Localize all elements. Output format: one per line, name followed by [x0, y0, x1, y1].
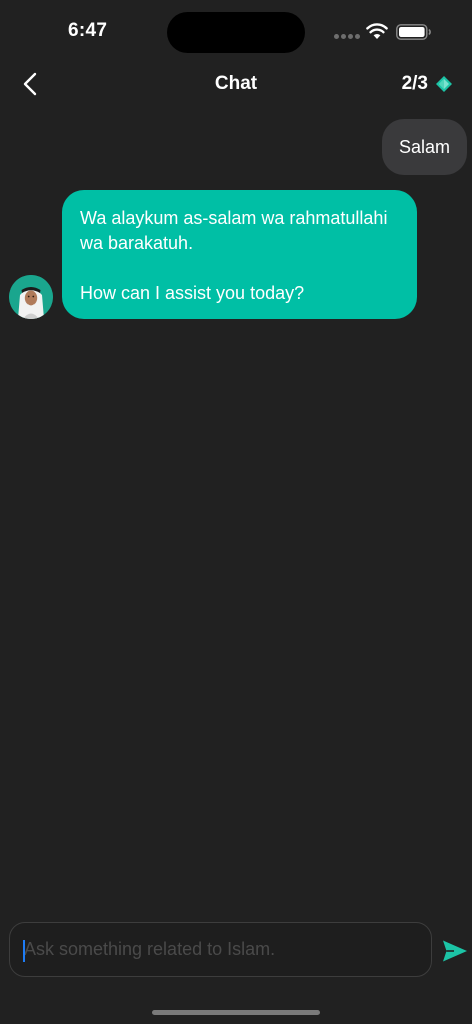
assistant-message-paragraph: Wa alaykum as-salam wa rahmatullahi wa b…	[80, 208, 388, 253]
cellular-signal-icon	[334, 34, 360, 39]
credits-count: 2/3	[401, 73, 428, 94]
credits-counter[interactable]: 2/3	[402, 73, 452, 95]
dynamic-island	[167, 12, 305, 53]
status-time: 6:47	[68, 20, 108, 41]
wifi-icon	[366, 23, 388, 39]
home-indicator[interactable]	[152, 1010, 320, 1015]
gem-icon	[436, 76, 452, 92]
assistant-message-paragraph: How can I assist you today?	[80, 283, 305, 303]
status-bar: 6:47	[0, 0, 472, 64]
text-caret	[23, 940, 25, 962]
message-input[interactable]	[24, 923, 419, 976]
sheikh-avatar-icon	[9, 275, 53, 319]
send-icon	[443, 940, 467, 962]
send-button[interactable]	[441, 937, 469, 965]
user-message-text: Salam	[398, 136, 451, 157]
assistant-avatar	[9, 275, 53, 319]
assistant-message-bubble: Wa alaykum as-salam wa rahmatullahi wa b…	[62, 190, 417, 319]
message-composer	[9, 922, 432, 977]
user-message-bubble: Salam	[382, 119, 467, 175]
battery-icon	[396, 24, 431, 40]
nav-bar: Chat 2/3	[0, 64, 472, 104]
